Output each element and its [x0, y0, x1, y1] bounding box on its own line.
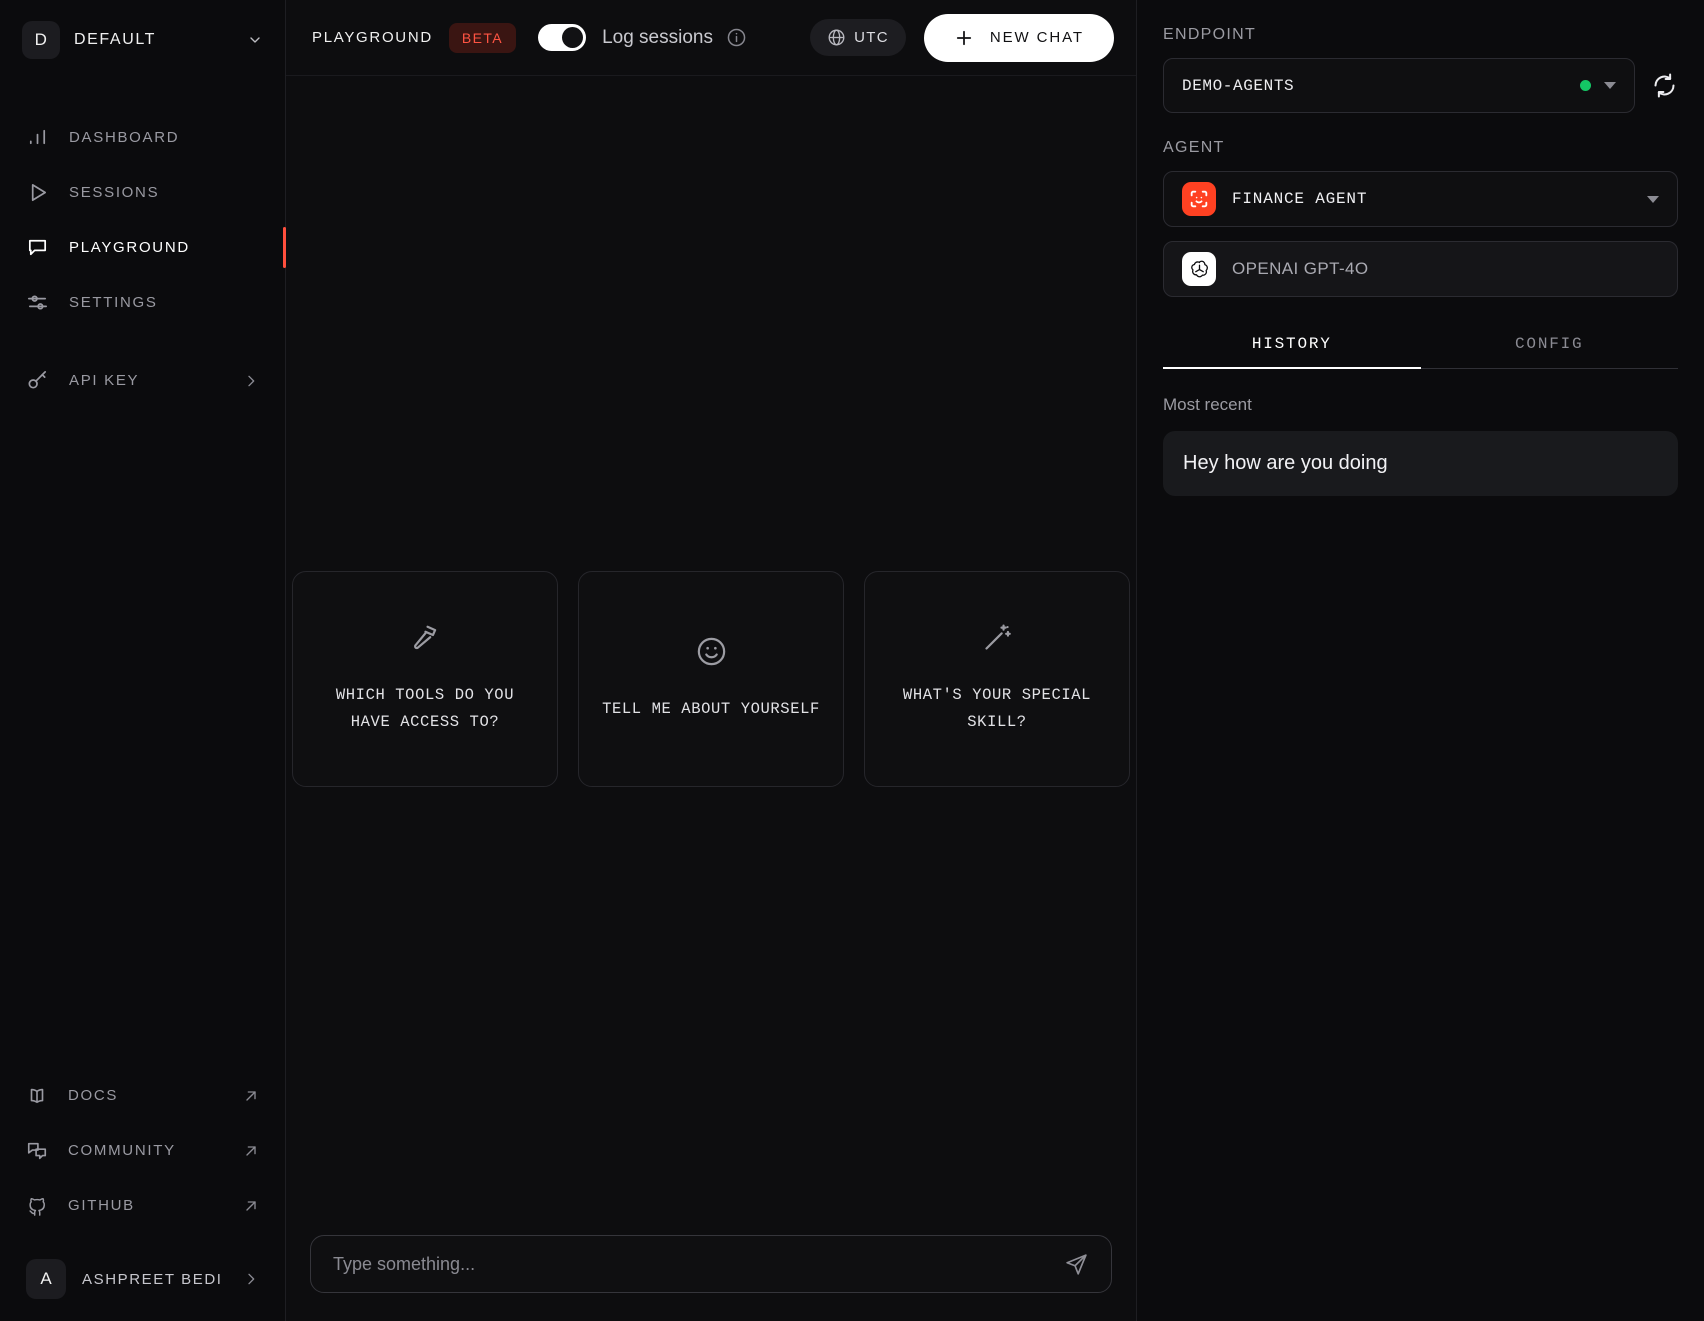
refresh-icon[interactable]	[1651, 72, 1678, 99]
suggestion-card[interactable]: TELL ME ABOUT YOURSELF	[578, 570, 844, 787]
history-section-label: Most recent	[1163, 395, 1252, 414]
chevron-down-icon	[1647, 195, 1659, 203]
sidebar-item-label: GITHUB	[68, 1197, 135, 1214]
workspace-switcher[interactable]: D DEFAULT	[0, 0, 285, 62]
github-icon	[29, 1197, 45, 1216]
scan-face-icon	[1190, 190, 1208, 208]
sidebar-item-label: PLAYGROUND	[69, 239, 190, 256]
new-chat-button[interactable]: NEW CHAT	[923, 13, 1114, 62]
history-item[interactable]: Hey how are you doing	[1163, 431, 1678, 496]
bar-chart-icon	[29, 129, 46, 145]
suggestion-card-label: WHICH TOOLS DO YOU HAVE ACCESS TO?	[335, 686, 515, 731]
status-badge	[1580, 80, 1591, 91]
agent-select[interactable]: FINANCE AGENT	[1163, 171, 1678, 227]
arrow-up-right-icon	[246, 1145, 256, 1156]
arrow-up-right-icon	[246, 1090, 256, 1101]
play-triangle-icon	[31, 183, 47, 202]
sidebar-item-settings[interactable]: SETTINGS	[0, 275, 285, 330]
chat-bubble-icon	[28, 239, 47, 256]
page-title: PLAYGROUND	[312, 29, 433, 46]
suggestion-card-label: TELL ME ABOUT YOURSELF	[602, 699, 820, 718]
log-sessions-toggle[interactable]	[538, 24, 587, 51]
suggestion-card-label: WHAT'S YOUR SPECIAL SKILL?	[902, 686, 1092, 731]
new-chat-label: NEW CHAT	[989, 29, 1084, 46]
message-input[interactable]	[333, 1253, 1064, 1275]
sidebar-item-label: SESSIONS	[69, 184, 160, 201]
plus-icon	[956, 30, 972, 45]
avatar: A	[26, 1259, 66, 1299]
chat-area: WHICH TOOLS DO YOU HAVE ACCESS TO? TELL …	[286, 76, 1136, 1321]
smiley-face-icon	[697, 637, 725, 665]
app-root: D DEFAULT DASHBOARD SESSIONS PLAYGROUND …	[0, 0, 1704, 1321]
user-name: ASHPREET BEDI	[82, 1270, 223, 1288]
main-content: PLAYGROUND BETA Log sessions UTC NEW CHA…	[286, 0, 1136, 1321]
model-logo	[1182, 252, 1216, 286]
suggestion-cards: WHICH TOOLS DO YOU HAVE ACCESS TO? TELL …	[292, 570, 1130, 787]
sidebar-item-api-key[interactable]: API KEY	[0, 353, 285, 408]
agent-logo	[1182, 182, 1216, 216]
sidebar-item-label: DOCS	[68, 1087, 119, 1104]
workspace-name: DEFAULT	[74, 31, 157, 48]
endpoint-value: DEMO-AGENTS	[1182, 76, 1295, 95]
agent-label: AGENT	[1163, 139, 1225, 156]
sidebar-item-sessions[interactable]: SESSIONS	[0, 165, 285, 220]
composer-wrapper	[286, 1235, 1136, 1293]
topbar: PLAYGROUND BETA Log sessions UTC NEW CHA…	[286, 0, 1136, 76]
send-paper-plane-icon[interactable]	[1064, 1252, 1089, 1277]
tab-history[interactable]: HISTORY	[1163, 335, 1421, 368]
composer	[310, 1235, 1112, 1293]
history-item-text: Hey how are you doing	[1183, 452, 1388, 474]
sliders-icon	[28, 295, 47, 310]
key-icon	[28, 371, 47, 389]
log-sessions-label: Log sessions	[602, 26, 713, 48]
topbar-actions: UTC NEW CHAT	[810, 13, 1114, 62]
magic-wand-icon	[984, 624, 1011, 650]
sidebar-footer-links: DOCS COMMUNITY GITHUB	[0, 1068, 285, 1249]
chevron-down-icon	[250, 37, 260, 43]
sidebar-item-label: DASHBOARD	[69, 129, 180, 146]
model-select[interactable]: OPENAI GPT-4O	[1163, 241, 1678, 297]
sidebar-nav: DASHBOARD SESSIONS PLAYGROUND SETTINGS A…	[0, 110, 286, 408]
sidebar-item-github[interactable]: GITHUB	[0, 1178, 285, 1233]
info-circle-icon[interactable]	[726, 27, 747, 48]
beta-badge: BETA	[448, 22, 517, 53]
sidebar-item-label: SETTINGS	[69, 294, 158, 311]
tab-config[interactable]: CONFIG	[1421, 335, 1679, 368]
chevron-down-icon	[1604, 82, 1616, 89]
toggle-knob	[562, 27, 584, 48]
globe-icon	[828, 29, 845, 46]
sidebar-item-dashboard[interactable]: DASHBOARD	[0, 110, 285, 165]
hammer-icon	[413, 625, 436, 650]
active-tab-indicator	[1163, 367, 1421, 369]
sidebar-item-community[interactable]: COMMUNITY	[0, 1123, 285, 1178]
openai-icon	[1190, 260, 1208, 277]
chevron-right-icon	[248, 1273, 255, 1285]
suggestion-card[interactable]: WHICH TOOLS DO YOU HAVE ACCESS TO?	[292, 570, 558, 787]
workspace-avatar: D	[22, 21, 60, 59]
right-panel: ENDPOINT DEMO-AGENTS AGENT FINANCE AGENT…	[1136, 0, 1704, 1321]
user-profile-row[interactable]: A ASHPREET BEDI	[0, 1249, 285, 1321]
arrow-up-right-icon	[246, 1200, 256, 1211]
panel-tabs: HISTORY CONFIG	[1163, 335, 1678, 368]
endpoint-row: DEMO-AGENTS	[1163, 58, 1678, 113]
sidebar-item-label: COMMUNITY	[68, 1142, 176, 1159]
comments-icon	[27, 1142, 47, 1159]
sidebar: D DEFAULT DASHBOARD SESSIONS PLAYGROUND …	[0, 0, 286, 1321]
agent-value: FINANCE AGENT	[1232, 190, 1368, 208]
endpoint-select[interactable]: DEMO-AGENTS	[1163, 58, 1635, 113]
chevron-right-icon	[248, 375, 255, 386]
timezone-label: UTC	[854, 29, 889, 46]
book-icon	[30, 1088, 44, 1103]
endpoint-label: ENDPOINT	[1163, 26, 1257, 43]
sidebar-item-playground[interactable]: PLAYGROUND	[0, 220, 286, 275]
model-value: OPENAI GPT-4O	[1232, 259, 1369, 278]
timezone-button[interactable]: UTC	[810, 19, 906, 56]
tabs-underline	[1163, 367, 1678, 369]
suggestion-card[interactable]: WHAT'S YOUR SPECIAL SKILL?	[864, 570, 1130, 787]
sidebar-item-docs[interactable]: DOCS	[0, 1068, 285, 1123]
sidebar-item-label: API KEY	[69, 372, 140, 389]
